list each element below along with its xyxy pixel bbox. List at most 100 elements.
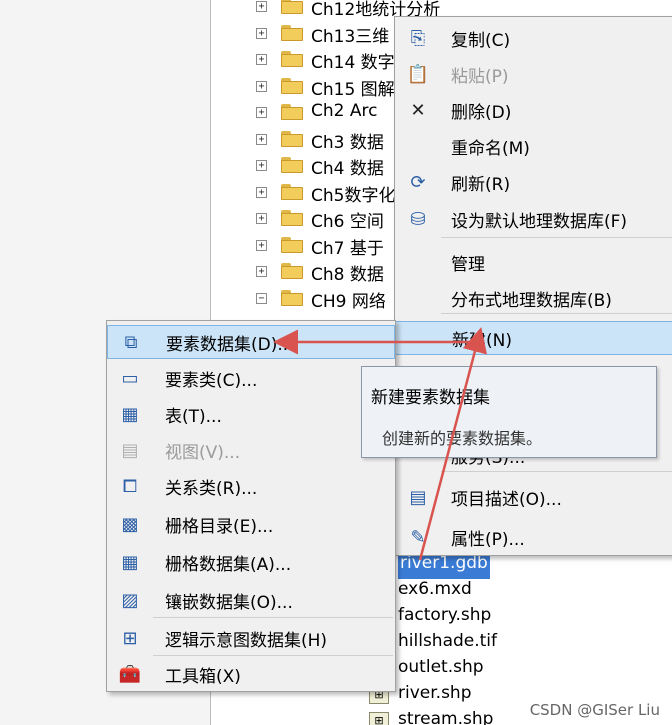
context-menu-item[interactable]: 新建(N) xyxy=(395,321,672,355)
tree-folder-label: Ch14 数字 xyxy=(311,53,395,73)
tree-file-item[interactable]: outlet.shp xyxy=(398,657,484,683)
item-description-icon: ▤ xyxy=(409,486,427,508)
copy-icon: ⎘ xyxy=(410,27,426,49)
new-submenu-item[interactable]: ▤ 视图(V)... xyxy=(107,433,395,467)
new-submenu-item-label: 栅格目录(E)... xyxy=(165,516,274,537)
tree-folder-label: Ch5数字化 xyxy=(311,185,396,206)
context-menu-item-label: 项目描述(O)... xyxy=(451,489,562,510)
view-icon: ▤ xyxy=(121,439,139,461)
context-menu-item[interactable]: ✎ 属性(P)... xyxy=(395,520,672,554)
tree-folder-item[interactable]: + Ch3 数据 xyxy=(0,126,400,153)
schematic-dataset-icon: ⊞ xyxy=(122,627,138,649)
expander-toggle[interactable]: + xyxy=(256,186,267,198)
context-menu-item-label: 管理 xyxy=(451,254,485,275)
new-submenu-item[interactable]: ⊞ 逻辑示意图数据集(H) xyxy=(107,621,395,655)
context-menu-item[interactable]: ▤ 项目描述(O)... xyxy=(395,480,672,514)
shapefile-icon: ⊞ xyxy=(369,712,389,725)
feature-class-icon: ▭ xyxy=(121,367,139,389)
context-menu-item[interactable]: 重命名(M) xyxy=(395,129,672,163)
new-submenu-item[interactable]: ▨ 镶嵌数据集(O)... xyxy=(107,583,395,617)
tree-folder-label: Ch3 数据 xyxy=(311,132,384,153)
folder-icon xyxy=(281,77,303,94)
folder-icon xyxy=(281,183,303,200)
tree-folder-item[interactable]: + Ch14 数字 xyxy=(0,46,400,73)
expander-toggle[interactable]: + xyxy=(256,266,267,277)
delete-icon: ✕ xyxy=(410,99,426,121)
context-menu-item-label: 重命名(M) xyxy=(451,138,530,159)
expander-toggle[interactable]: + xyxy=(256,1,267,12)
new-submenu-item[interactable]: ⧉ 要素数据集(D)... xyxy=(107,325,395,359)
context-menu-item-label: 删除(D) xyxy=(451,102,512,123)
menu-separator xyxy=(441,471,672,472)
tree-folder-item[interactable]: + Ch4 数据 xyxy=(0,152,400,179)
tree-file-item[interactable]: river.shp xyxy=(398,683,472,709)
context-menu-item-label: 设为默认地理数据库(F) xyxy=(451,211,628,232)
tree-folder-label: Ch13三维 xyxy=(311,26,390,47)
context-menu-item-label: 分布式地理数据库(B) xyxy=(451,290,612,311)
expander-toggle[interactable]: + xyxy=(256,54,267,65)
tree-folder-item[interactable]: + Ch6 空间 xyxy=(0,205,400,232)
expander-toggle[interactable]: − xyxy=(256,292,267,304)
new-submenu-item[interactable]: 🧰 工具箱(X) xyxy=(107,657,395,691)
context-menu-item[interactable]: ✕ 删除(D) xyxy=(395,93,672,127)
context-menu-item[interactable]: 📋 粘贴(P) xyxy=(395,57,672,91)
tree-folder-item[interactable]: + Ch15 图解 xyxy=(0,73,400,100)
folder-icon xyxy=(281,157,303,173)
tree-file-item[interactable]: hillshade.tif xyxy=(398,631,497,657)
new-submenu-item[interactable]: ⧠ 关系类(R)... xyxy=(107,469,395,503)
tree-file-item[interactable]: stream.shp xyxy=(398,709,493,725)
new-submenu-item-label: 要素类(C)... xyxy=(165,370,258,391)
context-menu-item-label: 新建(N) xyxy=(452,330,512,351)
tooltip-title: 新建要素数据集 xyxy=(371,388,490,408)
new-submenu-item[interactable]: ▩ 栅格目录(E)... xyxy=(107,507,395,541)
tree-folder-label: Ch7 基于 xyxy=(311,238,384,259)
expander-toggle[interactable]: + xyxy=(256,239,267,251)
context-menu-item[interactable]: 分布式地理数据库(B) xyxy=(395,281,672,315)
context-menu-item-label: 复制(C) xyxy=(451,30,511,51)
context-menu-item[interactable]: ⎘ 复制(C) xyxy=(395,21,672,55)
context-menu-item[interactable]: ⛁ 设为默认地理数据库(F) xyxy=(395,202,672,236)
folder-icon xyxy=(281,130,303,147)
expander-toggle[interactable]: + xyxy=(256,27,267,39)
context-menu-item-label: 属性(P)... xyxy=(451,529,525,550)
menu-separator xyxy=(441,313,672,314)
menu-separator xyxy=(153,655,393,656)
expander-toggle[interactable]: + xyxy=(256,80,267,92)
relationship-class-icon: ⧠ xyxy=(122,475,138,497)
new-submenu-item[interactable]: ▭ 要素类(C)... xyxy=(107,361,395,395)
tree-file-item[interactable]: factory.shp xyxy=(398,605,491,631)
tree-folder-item[interactable]: + Ch7 基于 xyxy=(0,232,400,259)
folder-icon xyxy=(281,104,303,120)
expander-toggle[interactable]: + xyxy=(256,133,267,145)
new-submenu-item-label: 镶嵌数据集(O)... xyxy=(165,592,293,613)
tooltip-description: 创建新的要素数据集。 xyxy=(382,429,543,448)
new-submenu-item[interactable]: ▦ 表(T)... xyxy=(107,397,395,431)
tree-folder-item[interactable]: − CH9 网络 xyxy=(0,285,400,312)
tree-folder-label: Ch8 数据 xyxy=(311,265,384,285)
expander-toggle[interactable]: + xyxy=(256,107,267,118)
expander-toggle[interactable]: + xyxy=(256,213,267,224)
tree-folder-item[interactable]: + Ch13三维 xyxy=(0,20,400,47)
tree-folder-label: Ch15 图解 xyxy=(311,79,395,100)
tree-file-item[interactable]: ex6.mxd xyxy=(398,579,472,605)
context-menu: ⎘ 复制(C) 📋 粘贴(P) ✕ 删除(D) 重命名(M) ⟳ 刷新(R) ⛁ 设为默认地理数据库… xyxy=(394,16,672,556)
tree-folder-item[interactable]: + Ch8 数据 xyxy=(0,258,400,285)
new-submenu-item-label: 工具箱(X) xyxy=(165,666,241,687)
tree-folder-label: Ch4 数据 xyxy=(311,159,384,179)
context-menu-item[interactable]: ⟳ 刷新(R) xyxy=(395,165,672,199)
toolbox-icon: 🧰 xyxy=(118,663,142,685)
new-submenu-item-label: 栅格数据集(A)... xyxy=(165,554,292,575)
tree-folder-item[interactable]: + Ch2 Arc xyxy=(0,99,400,125)
context-menu-item[interactable]: 管理 xyxy=(395,245,672,279)
new-submenu-item[interactable]: ▦ 栅格数据集(A)... xyxy=(107,545,395,579)
context-menu-item-label: 粘贴(P) xyxy=(451,66,509,87)
tree-folder-label: Ch6 空间 xyxy=(311,212,384,232)
tree-folder-item[interactable]: + Ch5数字化 xyxy=(0,179,400,206)
expander-toggle[interactable]: + xyxy=(256,160,267,171)
tree-folder-item[interactable]: + Ch12地统计分析 xyxy=(0,0,440,20)
folder-icon xyxy=(281,263,303,279)
folder-icon xyxy=(281,236,303,253)
tree-file-item[interactable]: river1.gdb xyxy=(398,553,490,579)
tree-folder-label: Ch2 Arc xyxy=(311,101,378,121)
folder-icon xyxy=(281,210,303,226)
